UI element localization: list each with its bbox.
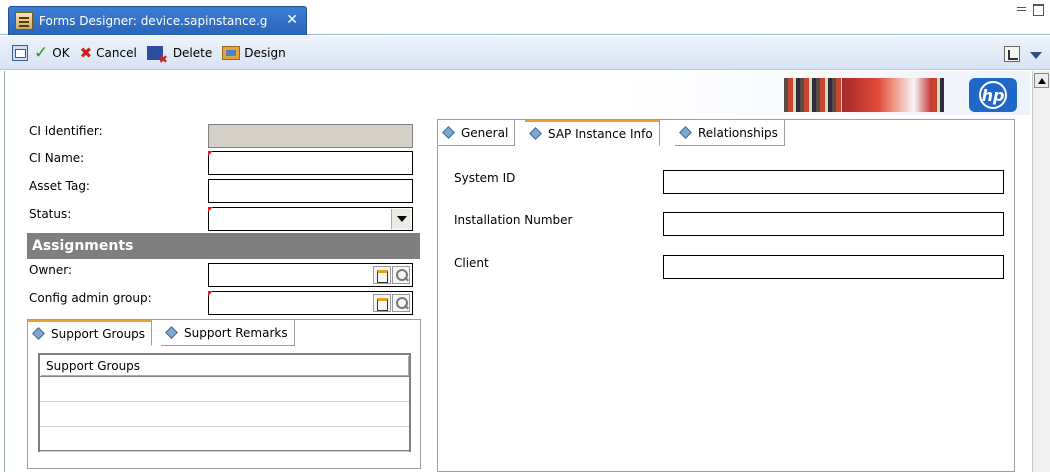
cancel-x-icon: ✖	[79, 43, 93, 62]
close-tab-icon[interactable]: ✕	[286, 12, 298, 28]
search-icon[interactable]	[392, 266, 410, 284]
owner-field[interactable]	[208, 263, 413, 287]
design-label: Design	[244, 45, 286, 60]
checkmark-icon: ✓	[34, 42, 49, 63]
client-field[interactable]	[663, 255, 1004, 279]
ci-identifier-label: CI Identifier:	[29, 124, 103, 138]
view-menu-chevron-down-icon[interactable]	[1030, 52, 1042, 59]
delete-button[interactable]: Delete	[146, 45, 213, 66]
tab-title: Forms Designer: device.sapinstance.g	[39, 14, 268, 28]
support-tabs-panel: Support Groups Support Remarks Support G…	[27, 319, 421, 469]
status-label: Status:	[29, 207, 72, 221]
table-row[interactable]	[40, 402, 409, 427]
tab-label: Support Remarks	[184, 325, 288, 340]
maximize-icon[interactable]	[1033, 4, 1044, 16]
scroll-up-arrow-icon[interactable]	[1034, 73, 1049, 88]
installation-number-label: Installation Number	[454, 213, 573, 227]
table-row[interactable]	[40, 377, 409, 402]
form-left-border	[0, 71, 5, 472]
outline-view-icon[interactable]	[1004, 46, 1020, 62]
tab-general[interactable]: General	[438, 120, 516, 146]
asset-tag-label: Asset Tag:	[29, 179, 90, 193]
ci-name-label: CI Name:	[29, 151, 85, 165]
delete-label: Delete	[172, 45, 213, 60]
config-admin-group-field[interactable]	[208, 291, 413, 315]
config-admin-group-label: Config admin group:	[29, 291, 152, 305]
tab-label: SAP Instance Info	[548, 126, 653, 141]
tab-relationships[interactable]: Relationships	[675, 120, 785, 146]
table-header-support-groups[interactable]: Support Groups	[40, 355, 409, 377]
editor-tab-bar: Forms Designer: device.sapinstance.g ✕	[0, 0, 1050, 35]
tab-diamond-icon	[529, 127, 542, 140]
tab-diamond-icon	[679, 126, 692, 139]
vertical-scrollbar[interactable]	[1032, 71, 1050, 472]
tab-diamond-icon	[32, 327, 45, 340]
forms-designer-icon	[15, 12, 33, 30]
hp-logo: hp	[969, 78, 1017, 112]
cancel-button[interactable]: ✖ Cancel	[80, 44, 137, 62]
tab-label: General	[461, 125, 509, 140]
installation-number-field[interactable]	[663, 212, 1004, 236]
ok-label: OK	[52, 45, 70, 60]
client-label: Client	[454, 256, 489, 270]
owner-label: Owner:	[29, 263, 73, 277]
cancel-label: Cancel	[96, 45, 137, 60]
new-record-icon[interactable]	[373, 266, 391, 284]
forms-designer-tab[interactable]: Forms Designer: device.sapinstance.g ✕	[8, 6, 307, 35]
tab-support-remarks[interactable]: Support Remarks	[161, 320, 295, 346]
search-icon[interactable]	[392, 294, 410, 312]
asset-tag-field[interactable]	[208, 179, 413, 203]
banner-image-accent	[842, 78, 932, 112]
ci-detail-tabs-panel: General SAP Instance Info Relationships …	[437, 119, 1015, 472]
form-view-icon[interactable]	[12, 44, 28, 61]
status-dropdown[interactable]	[208, 207, 413, 231]
ci-identifier-field	[208, 124, 413, 148]
tab-sap-instance-info[interactable]: SAP Instance Info	[525, 120, 660, 146]
tab-support-groups[interactable]: Support Groups	[28, 320, 153, 346]
delete-icon	[146, 45, 168, 66]
design-button[interactable]: Design	[222, 45, 286, 60]
tab-diamond-icon	[165, 326, 178, 339]
minimize-icon[interactable]	[1016, 4, 1028, 16]
assignments-section-header: Assignments	[27, 233, 420, 259]
ci-name-field[interactable]	[208, 151, 413, 175]
tab-label: Support Groups	[51, 326, 146, 341]
toolbar: ✓ OK ✖ Cancel Delete Design	[0, 36, 1050, 70]
table-row[interactable]	[40, 427, 409, 452]
tab-label: Relationships	[698, 125, 778, 140]
support-groups-table[interactable]: Support Groups	[38, 353, 411, 452]
system-id-label: System ID	[454, 171, 516, 185]
tab-diamond-icon	[442, 126, 455, 139]
chevron-down-icon[interactable]	[391, 209, 411, 229]
system-id-field[interactable]	[663, 170, 1004, 194]
new-record-icon[interactable]	[373, 294, 391, 312]
design-icon	[222, 45, 241, 60]
ok-button[interactable]: ✓ OK	[34, 43, 70, 63]
